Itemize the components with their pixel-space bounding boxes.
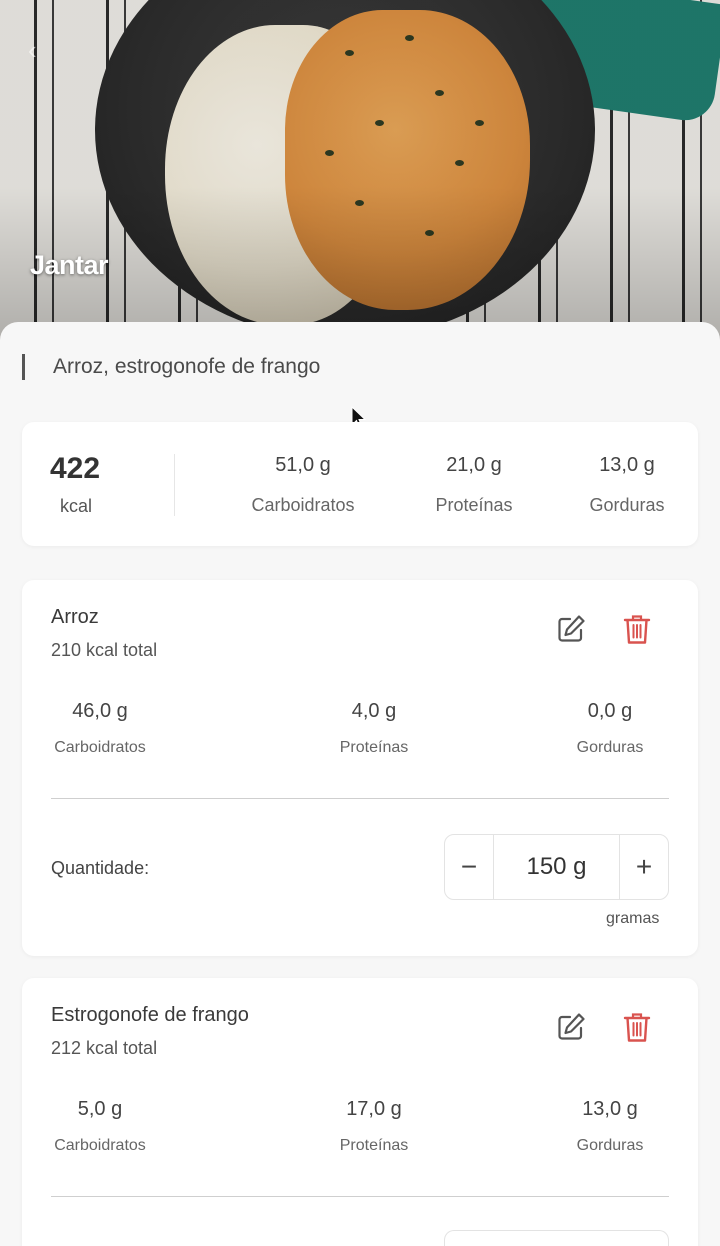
quantity-input[interactable]: 150 g [493, 835, 620, 899]
summary-fat-label: Gorduras [589, 495, 665, 515]
back-arrow-icon[interactable]: ‹ [28, 37, 52, 63]
text-caret [22, 354, 25, 380]
summary-carbs-value: 51,0 g [275, 454, 331, 476]
food-fat-value: 0,0 g [587, 700, 633, 722]
summary-fat: 13,0 g Gorduras [557, 454, 697, 516]
quantity-stepper: − 150 g + [444, 834, 669, 900]
food-carbs-value: 46,0 g [72, 700, 128, 722]
meal-hero-image: ‹ Jantar [0, 0, 720, 340]
meal-title: Jantar [30, 250, 109, 280]
increase-button[interactable]: + [620, 835, 668, 899]
quantity-label: Quantidade: [51, 858, 150, 878]
food-fat: 13,0 g Gorduras [530, 1098, 690, 1155]
meal-description-row[interactable]: Arroz, estrogonofe de frango [22, 352, 320, 382]
food-card-arroz: Arroz 210 kcal total 46,0 g Carboidratos… [22, 580, 698, 956]
food-fat-value: 13,0 g [582, 1098, 638, 1120]
meal-details-sheet: Arroz, estrogonofe de frango 422 kcal 51… [0, 322, 720, 1246]
quantity-stepper [444, 1230, 669, 1246]
food-carbs-label: Carboidratos [54, 739, 146, 756]
trash-icon[interactable] [622, 612, 652, 646]
quantity-unit: gramas [606, 910, 660, 927]
edit-icon[interactable] [554, 1010, 588, 1044]
summary-carbs: 51,0 g Carboidratos [233, 454, 373, 516]
food-protein: 17,0 g Proteínas [294, 1098, 454, 1155]
edit-icon[interactable] [554, 612, 588, 646]
food-protein-value: 17,0 g [346, 1098, 402, 1120]
food-carbs-label: Carboidratos [54, 1137, 146, 1154]
food-fat: 0,0 g Gorduras [530, 700, 690, 757]
food-divider [51, 1196, 669, 1197]
food-card-estrogonofe: Estrogonofe de frango 212 kcal total 5,0… [22, 978, 698, 1246]
summary-protein-label: Proteínas [435, 495, 513, 515]
food-name: Arroz [51, 606, 99, 628]
meal-description[interactable]: Arroz, estrogonofe de frango [53, 355, 320, 379]
decrease-button[interactable]: − [445, 835, 493, 899]
food-name: Estrogonofe de frango [51, 1004, 249, 1026]
hero-shade [0, 0, 720, 340]
food-protein-label: Proteínas [339, 739, 409, 756]
summary-protein-value: 21,0 g [446, 454, 502, 476]
summary-fat-value: 13,0 g [599, 454, 655, 476]
food-fat-label: Gorduras [576, 739, 644, 756]
food-protein: 4,0 g Proteínas [294, 700, 454, 757]
food-kcal-total: 210 kcal total [51, 640, 158, 660]
summary-carbs-label: Carboidratos [251, 495, 355, 515]
food-carbs: 5,0 g Carboidratos [20, 1098, 180, 1155]
total-kcal-label: kcal [60, 496, 93, 516]
nutrition-summary-card: 422 kcal 51,0 g Carboidratos 21,0 g Prot… [22, 422, 698, 546]
food-kcal-total: 212 kcal total [51, 1038, 158, 1058]
summary-protein: 21,0 g Proteínas [404, 454, 544, 516]
food-fat-label: Gorduras [576, 1137, 644, 1154]
food-carbs-value: 5,0 g [77, 1098, 123, 1120]
food-divider [51, 798, 669, 799]
food-protein-label: Proteínas [339, 1137, 409, 1154]
trash-icon[interactable] [622, 1010, 652, 1044]
food-carbs: 46,0 g Carboidratos [20, 700, 180, 757]
summary-divider [174, 454, 175, 516]
total-kcal-value: 422 [50, 452, 101, 485]
food-protein-value: 4,0 g [351, 700, 397, 722]
